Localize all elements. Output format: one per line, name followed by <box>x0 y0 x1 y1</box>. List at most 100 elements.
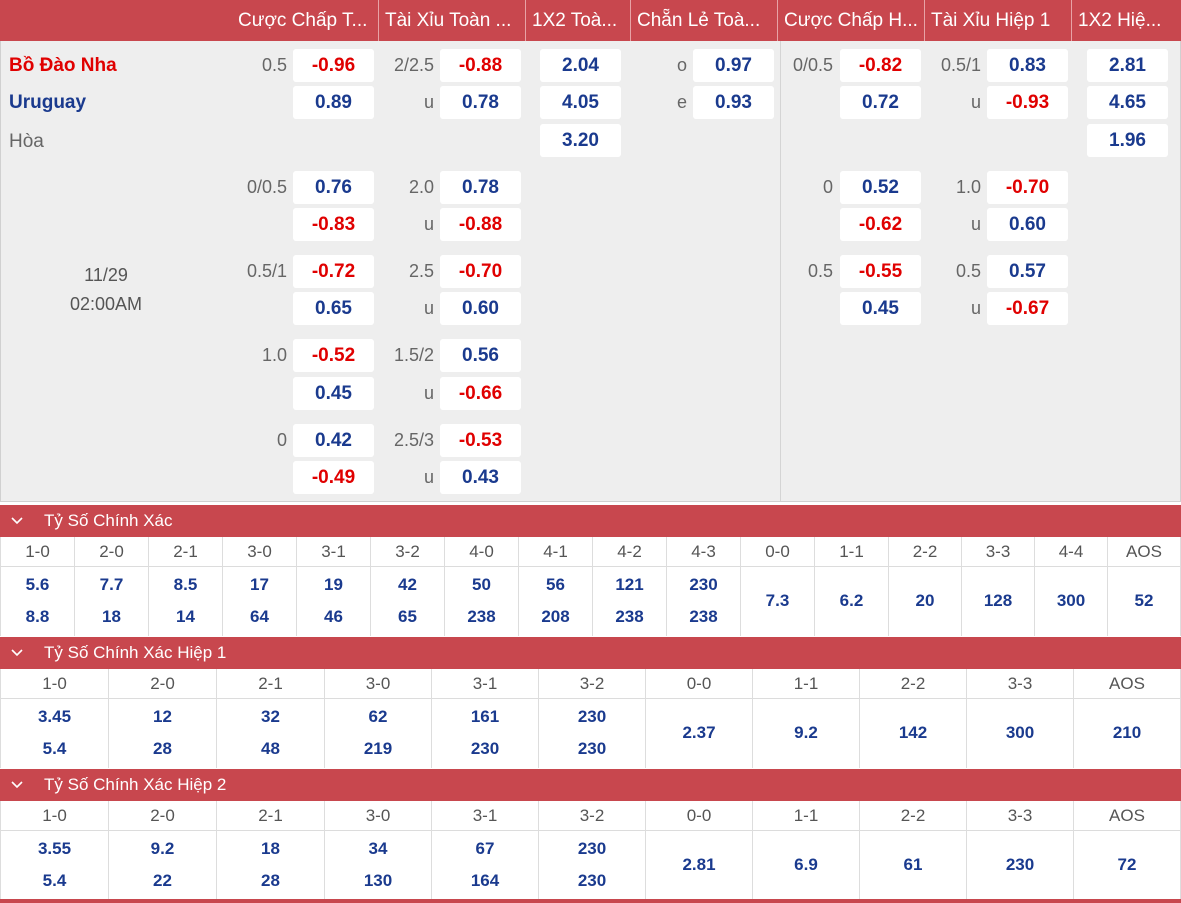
score-odds-draw[interactable]: 7.3 <box>741 591 814 611</box>
section-header[interactable]: Tỷ Số Chính Xác Hiệp 2 <box>0 769 1181 801</box>
score-odds-away[interactable]: 5.4 <box>1 871 108 891</box>
score-odds-away[interactable]: 46 <box>297 607 370 627</box>
1x2-h1-away[interactable]: 4.65 <box>1087 86 1168 119</box>
score-odds-draw[interactable]: 72 <box>1074 855 1180 875</box>
score-odds-home[interactable]: 7.7 <box>75 575 148 595</box>
header-ou-h1[interactable]: Tài Xỉu Hiệp 1 <box>925 0 1071 41</box>
score-odds-draw[interactable]: 230 <box>967 855 1073 875</box>
ou-full-over-odds[interactable]: -0.88 <box>440 49 521 82</box>
section-header[interactable]: Tỷ Số Chính Xác <box>0 505 1181 537</box>
score-odds-home[interactable]: 32 <box>217 707 324 727</box>
score-odds-home[interactable]: 50 <box>445 575 518 595</box>
ah-full-away-odds[interactable]: -0.83 <box>293 208 374 241</box>
section-header[interactable]: Tỷ Số Chính Xác Hiệp 1 <box>0 637 1181 669</box>
ou-h1-under-odds[interactable]: -0.93 <box>987 86 1068 119</box>
score-odds-home[interactable]: 18 <box>217 839 324 859</box>
score-odds-away[interactable]: 14 <box>149 607 222 627</box>
ah-full-home-odds[interactable]: 0.42 <box>293 424 374 457</box>
header-handicap-h1[interactable]: Cược Chấp H... <box>778 0 924 41</box>
ah-full-away-odds[interactable]: 0.89 <box>293 86 374 119</box>
header-oddeven-full[interactable]: Chẵn Lẻ Toà... <box>631 0 777 41</box>
ah-h1-home-odds[interactable]: -0.82 <box>840 49 921 82</box>
score-odds-home[interactable]: 62 <box>325 707 431 727</box>
score-odds-away[interactable]: 18 <box>75 607 148 627</box>
score-odds-draw[interactable]: 6.9 <box>753 855 859 875</box>
ou-full-under-odds[interactable]: 0.78 <box>440 86 521 119</box>
ou-full-over-odds[interactable]: -0.53 <box>440 424 521 457</box>
1x2-full-home[interactable]: 2.04 <box>540 49 621 82</box>
score-odds-home[interactable]: 34 <box>325 839 431 859</box>
score-odds-draw[interactable]: 210 <box>1074 723 1180 743</box>
score-odds-away[interactable]: 22 <box>109 871 216 891</box>
score-odds-home[interactable]: 161 <box>432 707 538 727</box>
ah-h1-away-odds[interactable]: 0.45 <box>840 292 921 325</box>
ou-full-over-odds[interactable]: -0.70 <box>440 255 521 288</box>
score-odds-home[interactable]: 3.45 <box>1 707 108 727</box>
score-odds-away[interactable]: 28 <box>217 871 324 891</box>
score-odds-away[interactable]: 230 <box>432 739 538 759</box>
score-odds-home[interactable]: 19 <box>297 575 370 595</box>
score-odds-home[interactable]: 230 <box>539 839 645 859</box>
1x2-full-draw[interactable]: 3.20 <box>540 124 621 157</box>
score-odds-home[interactable]: 3.55 <box>1 839 108 859</box>
ah-h1-home-odds[interactable]: 0.52 <box>840 171 921 204</box>
ah-full-away-odds[interactable]: 0.65 <box>293 292 374 325</box>
ou-full-over-odds[interactable]: 0.56 <box>440 339 521 372</box>
header-ou-full[interactable]: Tài Xỉu Toàn ... <box>379 0 525 41</box>
ou-full-under-odds[interactable]: -0.88 <box>440 208 521 241</box>
score-odds-away[interactable]: 64 <box>223 607 296 627</box>
score-odds-away[interactable]: 8.8 <box>1 607 74 627</box>
ou-h1-over-odds[interactable]: 0.57 <box>987 255 1068 288</box>
ah-h1-away-odds[interactable]: 0.72 <box>840 86 921 119</box>
score-odds-away[interactable]: 164 <box>432 871 538 891</box>
ou-h1-under-odds[interactable]: 0.60 <box>987 208 1068 241</box>
score-odds-home[interactable]: 56 <box>519 575 592 595</box>
ou-h1-over-odds[interactable]: 0.83 <box>987 49 1068 82</box>
score-odds-home[interactable]: 230 <box>667 575 740 595</box>
score-odds-home[interactable]: 9.2 <box>109 839 216 859</box>
score-odds-draw[interactable]: 2.81 <box>646 855 752 875</box>
score-odds-draw[interactable]: 2.37 <box>646 723 752 743</box>
score-odds-home[interactable]: 5.6 <box>1 575 74 595</box>
chevron-down-icon[interactable] <box>10 769 24 801</box>
ah-full-away-odds[interactable]: -0.49 <box>293 461 374 494</box>
score-odds-draw[interactable]: 9.2 <box>753 723 859 743</box>
score-odds-draw[interactable]: 128 <box>962 591 1034 611</box>
ou-full-under-odds[interactable]: -0.66 <box>440 377 521 410</box>
ah-full-home-odds[interactable]: -0.52 <box>293 339 374 372</box>
header-1x2-full[interactable]: 1X2 Toà... <box>526 0 630 41</box>
score-odds-away[interactable]: 230 <box>539 739 645 759</box>
score-odds-home[interactable]: 121 <box>593 575 666 595</box>
1x2-full-away[interactable]: 4.05 <box>540 86 621 119</box>
1x2-h1-home[interactable]: 2.81 <box>1087 49 1168 82</box>
ah-full-home-odds[interactable]: -0.96 <box>293 49 374 82</box>
score-odds-draw[interactable]: 300 <box>967 723 1073 743</box>
header-handicap-full[interactable]: Cược Chấp T... <box>232 0 378 41</box>
ah-h1-home-odds[interactable]: -0.55 <box>840 255 921 288</box>
score-odds-draw[interactable]: 300 <box>1035 591 1107 611</box>
score-odds-draw[interactable]: 52 <box>1108 591 1180 611</box>
score-odds-home[interactable]: 12 <box>109 707 216 727</box>
ou-full-under-odds[interactable]: 0.60 <box>440 292 521 325</box>
score-odds-away[interactable]: 130 <box>325 871 431 891</box>
score-odds-home[interactable]: 230 <box>539 707 645 727</box>
score-odds-draw[interactable]: 142 <box>860 723 966 743</box>
chevron-down-icon[interactable] <box>10 505 24 537</box>
score-odds-away[interactable]: 219 <box>325 739 431 759</box>
score-odds-home[interactable]: 8.5 <box>149 575 222 595</box>
1x2-h1-draw[interactable]: 1.96 <box>1087 124 1168 157</box>
ah-full-home-odds[interactable]: 0.76 <box>293 171 374 204</box>
oe-odd-odds[interactable]: 0.97 <box>693 49 774 82</box>
ou-full-under-odds[interactable]: 0.43 <box>440 461 521 494</box>
score-odds-home[interactable]: 67 <box>432 839 538 859</box>
ou-full-over-odds[interactable]: 0.78 <box>440 171 521 204</box>
score-odds-away[interactable]: 65 <box>371 607 444 627</box>
score-odds-away[interactable]: 5.4 <box>1 739 108 759</box>
score-odds-home[interactable]: 42 <box>371 575 444 595</box>
ou-h1-over-odds[interactable]: -0.70 <box>987 171 1068 204</box>
score-odds-away[interactable]: 238 <box>593 607 666 627</box>
ah-full-away-odds[interactable]: 0.45 <box>293 377 374 410</box>
score-odds-away[interactable]: 28 <box>109 739 216 759</box>
score-odds-away[interactable]: 230 <box>539 871 645 891</box>
score-odds-draw[interactable]: 6.2 <box>815 591 888 611</box>
